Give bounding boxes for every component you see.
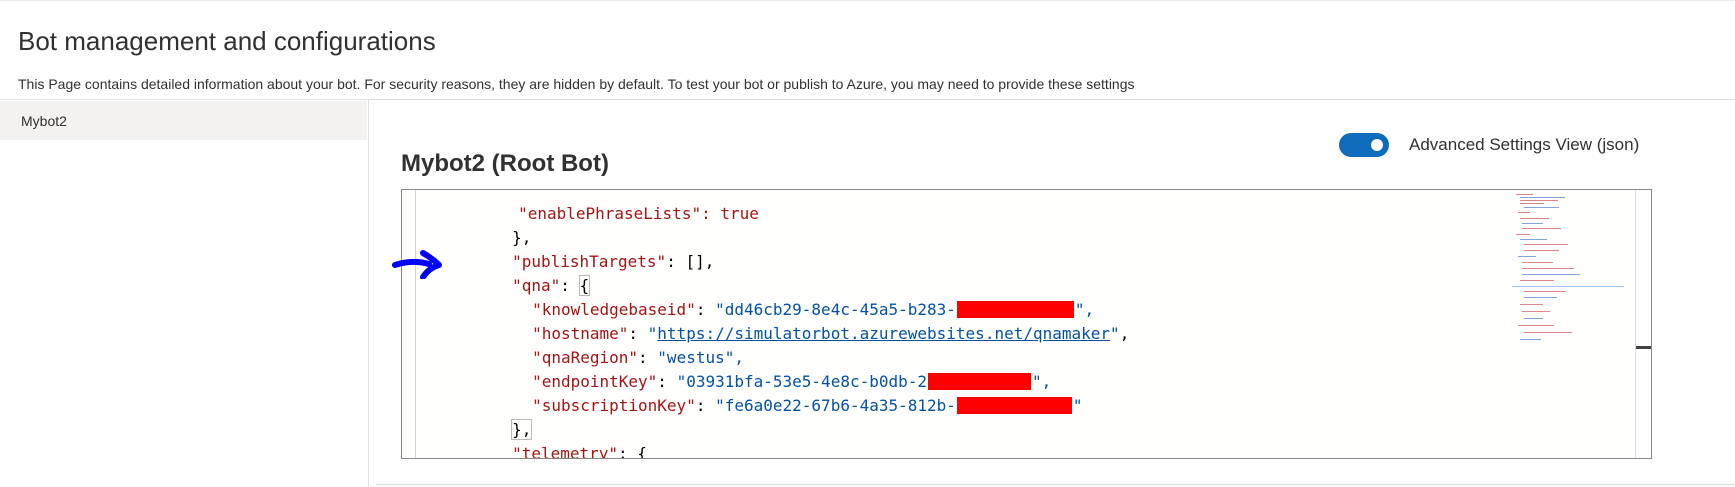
minimap-line: [1524, 244, 1568, 245]
json-line-qna-region: "qnaRegion": "westus",: [455, 322, 744, 367]
blue-arrow-annotation-icon: [392, 250, 442, 279]
minimap-line: [1522, 223, 1543, 224]
json-line-qna: "qna": {: [435, 250, 591, 296]
partial-json-text: "enablePhraseLists": true: [518, 204, 759, 223]
json-line-log-personal-information: "logPersonalInformation": false,: [455, 442, 840, 458]
json-key: "subscriptionKey": [532, 396, 696, 415]
indent-guide: [415, 190, 416, 458]
json-value: [],: [685, 252, 715, 271]
top-border: [0, 0, 1735, 1]
page-title: Bot management and configurations: [18, 26, 436, 56]
minimap-line: [1522, 274, 1580, 275]
json-line-endpoint-key: "endpointKey": "03931bfa-53e5-4e8c-b0db-…: [455, 346, 1051, 391]
minimap-line: [1524, 207, 1559, 208]
minimap-line: [1524, 250, 1559, 251]
toggle-knob: [1371, 139, 1383, 151]
json-line-hostname: "hostname": "https://simulatorbot.azurew…: [455, 298, 1129, 343]
minimap-line: [1524, 318, 1543, 319]
json-code[interactable]: "enablePhraseLists": true }, "publishTar…: [419, 190, 1529, 458]
minimap-line: [1520, 339, 1541, 340]
minimap-line: [1520, 239, 1547, 240]
minimap-line: [1524, 291, 1566, 292]
minimap-line: [1524, 332, 1572, 333]
advanced-settings-label: Advanced Settings View (json): [1409, 135, 1640, 154]
json-line-qna-close: },: [435, 394, 533, 440]
minimap-line: [1520, 200, 1558, 201]
json-quote-close: ": [1110, 324, 1120, 343]
minimap-line: [1522, 262, 1553, 263]
minimap-line: [1520, 197, 1565, 198]
code-minimap[interactable]: [1512, 190, 1624, 350]
json-line-telemetry: "telemetry": {: [435, 418, 647, 458]
json-suffix: ": [1072, 396, 1083, 415]
json-suffix: ,: [1119, 324, 1130, 343]
json-separator: :: [666, 252, 686, 271]
minimap-line: [1516, 234, 1530, 235]
sidebar-item-mybot2[interactable]: Mybot2: [0, 101, 367, 140]
json-line-publish-targets: "publishTargets": [],: [435, 226, 714, 271]
json-line-subscription-key: "subscriptionKey": "fe6a0e22-67b6-4a35-8…: [455, 370, 1083, 415]
minimap-line: [1518, 212, 1530, 213]
json-editor[interactable]: "enablePhraseLists": true }, "publishTar…: [401, 189, 1652, 459]
minimap-line: [1520, 218, 1549, 219]
minimap-line: [1516, 194, 1533, 195]
scrollbar-thumb[interactable]: [1636, 346, 1651, 349]
minimap-line: [1524, 297, 1557, 298]
json-separator: :: [695, 396, 716, 415]
json-value: "fe6a0e22-67b6-4a35-812b-: [715, 396, 956, 415]
minimap-line: [1520, 280, 1554, 281]
sidebar-item-label: Mybot2: [21, 113, 67, 129]
bot-management-page: Bot management and configurations This P…: [0, 0, 1735, 487]
advanced-settings-toggle[interactable]: [1339, 133, 1389, 157]
minimap-line: [1522, 228, 1561, 229]
minimap-line: [1520, 203, 1544, 204]
json-line-knowledgebaseid: "knowledgebaseid": "dd46cb29-8e4c-45a5-b…: [455, 274, 1094, 319]
minimap-current-position: [1512, 286, 1624, 287]
editor-vertical-scrollbar[interactable]: [1635, 190, 1651, 458]
minimap-line: [1522, 268, 1574, 269]
minimap-line: [1518, 325, 1554, 326]
json-line-partial: "enablePhraseLists": true: [441, 190, 759, 223]
minimap-line: [1522, 311, 1550, 312]
minimap-line: [1518, 256, 1536, 257]
content-bottom-border: [376, 484, 1735, 485]
redacted-value: [956, 397, 1072, 414]
bot-sidebar: Mybot2: [0, 100, 369, 487]
page-description: This Page contains detailed information …: [18, 76, 1135, 92]
bot-title: Mybot2 (Root Bot): [401, 149, 609, 177]
minimap-line: [1520, 304, 1543, 305]
json-line-closing-bracket: },: [435, 202, 531, 247]
